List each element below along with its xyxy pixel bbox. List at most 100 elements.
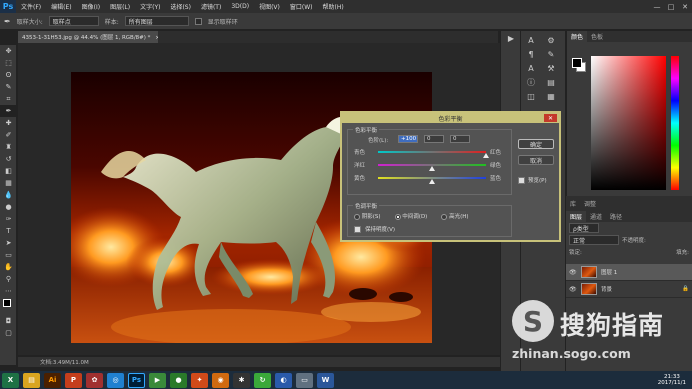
- menu-window[interactable]: 窗口(W): [285, 2, 318, 11]
- clone-source-icon[interactable]: ⚒: [541, 61, 561, 75]
- cyan-red-thumb[interactable]: [483, 153, 489, 158]
- crop-tool-icon[interactable]: ⌗: [0, 93, 17, 105]
- menu-edit[interactable]: 编辑(E): [46, 2, 76, 11]
- lasso-tool-icon[interactable]: ʘ: [0, 69, 17, 81]
- quick-select-tool-icon[interactable]: ✎: [0, 81, 17, 93]
- zoom-tool-icon[interactable]: ⚲: [0, 273, 17, 285]
- healing-brush-tool-icon[interactable]: ✚: [0, 117, 17, 129]
- move-tool-icon[interactable]: ✥: [0, 45, 17, 57]
- dodge-tool-icon[interactable]: ●: [0, 201, 17, 213]
- media-player-taskbar-icon[interactable]: ▶: [149, 372, 166, 388]
- menu-3d[interactable]: 3D(D): [226, 3, 254, 10]
- paragraph-icon[interactable]: ¶: [521, 47, 541, 61]
- layer-row-layer1[interactable]: 👁 图层 1: [566, 264, 692, 281]
- hue-slider[interactable]: [671, 56, 679, 190]
- navigator-icon[interactable]: ◫: [521, 89, 541, 103]
- cyan-red-track[interactable]: [378, 151, 486, 153]
- history-icon[interactable]: A: [521, 33, 541, 47]
- hand-tool-icon[interactable]: ✋: [0, 261, 17, 273]
- tab-paths[interactable]: 路径: [606, 212, 626, 221]
- app-taskbar-icon-5[interactable]: ✱: [233, 372, 250, 388]
- history-brush-tool-icon[interactable]: ↺: [0, 153, 17, 165]
- quick-mask-icon[interactable]: ◘: [0, 315, 17, 327]
- maximize-button[interactable]: □: [664, 3, 678, 11]
- tab-channels[interactable]: 通道: [586, 212, 606, 221]
- dialog-close-button[interactable]: ✕: [544, 114, 557, 122]
- yellow-blue-thumb[interactable]: [429, 179, 435, 184]
- illustrator-taskbar-icon[interactable]: Ai: [44, 372, 61, 388]
- tab-adjustments[interactable]: 调整: [580, 199, 600, 208]
- menu-layer[interactable]: 图层(L): [105, 2, 135, 11]
- brush-tool-icon[interactable]: ✐: [0, 129, 17, 141]
- character-icon[interactable]: A: [521, 61, 541, 75]
- tab-libraries[interactable]: 库: [566, 199, 580, 208]
- type-tool-icon[interactable]: T: [0, 225, 17, 237]
- preview-checkbox[interactable]: [518, 176, 525, 184]
- visibility-eye-icon[interactable]: 👁: [569, 286, 577, 293]
- properties-icon[interactable]: ▤: [541, 75, 561, 89]
- tab-color[interactable]: 颜色: [567, 31, 588, 42]
- pen-tool-icon[interactable]: ✑: [0, 213, 17, 225]
- visibility-eye-icon[interactable]: 👁: [569, 269, 577, 276]
- menu-type[interactable]: 文字(Y): [135, 2, 165, 11]
- tone-shadows-radio[interactable]: [354, 213, 360, 220]
- clone-stamp-tool-icon[interactable]: ♜: [0, 141, 17, 153]
- blur-tool-icon[interactable]: 💧: [0, 189, 17, 201]
- blend-mode-select[interactable]: 正常: [569, 235, 619, 245]
- level-input-cyan-red[interactable]: +100: [398, 135, 418, 143]
- layer-kind-select[interactable]: ρ类型: [569, 223, 599, 233]
- level-input-magenta-green[interactable]: 0: [424, 135, 444, 143]
- menu-select[interactable]: 选择(S): [165, 2, 196, 11]
- level-input-yellow-blue[interactable]: 0: [450, 135, 470, 143]
- gradient-tool-icon[interactable]: ▦: [0, 177, 17, 189]
- menu-filter[interactable]: 滤镜(T): [196, 2, 226, 11]
- app-taskbar-icon-2[interactable]: ◎: [107, 372, 124, 388]
- powerpoint-taskbar-icon[interactable]: P: [65, 372, 82, 388]
- layer-row-background[interactable]: 👁 背景 🔒: [566, 281, 692, 298]
- magenta-green-thumb[interactable]: [429, 166, 435, 171]
- tab-layers[interactable]: 图层: [566, 211, 587, 222]
- app-taskbar-icon-6[interactable]: ↻: [254, 372, 271, 388]
- show-ring-checkbox[interactable]: [194, 17, 202, 25]
- tone-highlights-option[interactable]: 高光(H): [441, 212, 469, 220]
- tone-midtones-option[interactable]: 中间调(D): [394, 212, 427, 220]
- eyedropper-preset-icon[interactable]: ✒: [4, 17, 11, 26]
- brush-presets-icon[interactable]: ✎: [541, 47, 561, 61]
- tone-midtones-radio[interactable]: [394, 213, 401, 220]
- app-taskbar-icon-7[interactable]: ◐: [275, 372, 292, 388]
- app-taskbar-icon-8[interactable]: ▭: [296, 372, 313, 388]
- excel-taskbar-icon[interactable]: X: [2, 372, 19, 388]
- color-picker-field[interactable]: [591, 56, 666, 190]
- preserve-luminosity-checkbox[interactable]: [354, 225, 361, 233]
- actions-icon[interactable]: ⚙: [541, 33, 561, 47]
- screen-mode-icon[interactable]: ▢: [0, 327, 17, 339]
- tone-shadows-option[interactable]: 阴影(S): [354, 212, 381, 220]
- foreground-color-swatch[interactable]: [572, 58, 582, 68]
- shape-tool-icon[interactable]: ▭: [0, 249, 17, 261]
- more-tools-icon[interactable]: ⋯: [0, 285, 17, 297]
- swatches-dock-icon[interactable]: ▦: [541, 89, 561, 103]
- tone-highlights-radio[interactable]: [441, 213, 448, 220]
- eyedropper-tool-icon[interactable]: ✒: [0, 105, 17, 117]
- tab-swatches[interactable]: 色板: [587, 32, 607, 41]
- sample-size-select[interactable]: 取样点: [48, 16, 99, 26]
- menu-file[interactable]: 文件(F): [16, 2, 46, 11]
- document-tab[interactable]: 4353-1-31H53.jpg @ 44.4% (图层 1, RGB/8#) …: [18, 31, 158, 43]
- info-icon[interactable]: ⓘ: [521, 75, 541, 89]
- path-select-tool-icon[interactable]: ➤: [0, 237, 17, 249]
- marquee-tool-icon[interactable]: ⬚: [0, 57, 17, 69]
- app-taskbar-icon-3[interactable]: ✦: [191, 372, 208, 388]
- app-taskbar-icon-4[interactable]: ◉: [212, 372, 229, 388]
- word-taskbar-icon[interactable]: W: [317, 372, 334, 388]
- cancel-button[interactable]: 取消: [518, 155, 554, 165]
- minimize-button[interactable]: —: [650, 3, 664, 11]
- play-icon[interactable]: ▶: [501, 31, 521, 45]
- sample-select[interactable]: 所有图层: [124, 16, 189, 26]
- system-clock[interactable]: 21:33 2017/11/1: [658, 374, 692, 387]
- menu-image[interactable]: 图像(I): [77, 2, 105, 11]
- ok-button[interactable]: 确定: [518, 139, 554, 149]
- eraser-tool-icon[interactable]: ◧: [0, 165, 17, 177]
- menu-view[interactable]: 视图(V): [254, 2, 285, 11]
- photoshop-taskbar-icon[interactable]: Ps: [128, 372, 145, 388]
- menu-help[interactable]: 帮助(H): [318, 2, 349, 11]
